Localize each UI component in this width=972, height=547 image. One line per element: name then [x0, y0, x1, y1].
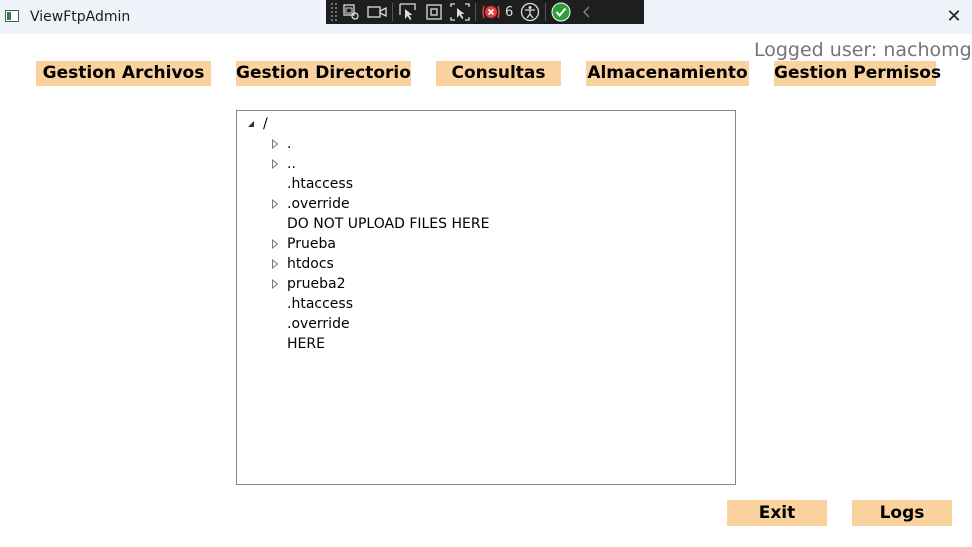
binding-failure-count: 6: [505, 4, 514, 20]
tree-item-label: prueba2: [287, 276, 346, 292]
error-badge-icon[interactable]: [478, 1, 504, 23]
tree-item-label: .: [287, 136, 292, 152]
tree-item-label: htdocs: [287, 256, 334, 272]
collapsed-arrow-icon[interactable]: [269, 154, 281, 174]
tree-item-label: .htaccess: [287, 176, 353, 192]
almacenamiento-button[interactable]: Almacenamiento: [586, 61, 749, 86]
track-focus-icon[interactable]: [395, 1, 421, 23]
debug-toolbar: 6: [326, 0, 644, 24]
directory-tree[interactable]: / ... .htaccess .override DO NOT UPLOAD FIL…: [236, 110, 736, 485]
collapse-chevron-icon[interactable]: [574, 1, 600, 23]
check-icon[interactable]: [548, 1, 574, 23]
consultas-button[interactable]: Consultas: [436, 61, 561, 86]
expanded-arrow-icon[interactable]: [245, 114, 257, 134]
display-layout-adorners-icon[interactable]: [364, 1, 390, 23]
collapsed-arrow-icon[interactable]: [269, 134, 281, 154]
app-window-icon: [5, 10, 19, 22]
logs-button[interactable]: Logs: [852, 500, 952, 526]
show-bindings-icon[interactable]: [421, 1, 447, 23]
tree-item-label: .override: [287, 316, 350, 332]
binding-failures-icon[interactable]: [447, 1, 473, 23]
accessibility-checker-icon[interactable]: [517, 1, 543, 23]
select-element-icon[interactable]: [338, 1, 364, 23]
tree-item-label: Prueba: [287, 236, 336, 252]
gestion-archivos-button[interactable]: Gestion Archivos: [36, 61, 211, 86]
tree-item-label: DO NOT UPLOAD FILES HERE: [287, 216, 490, 232]
gestion-directorio-button[interactable]: Gestion Directorio: [236, 61, 411, 86]
tree-item-label: .htaccess: [287, 296, 353, 312]
logged-user-label: Logged user: nachomgp: [754, 39, 972, 61]
toolbar-separator: [475, 3, 476, 21]
tree-item-label: .override: [287, 196, 350, 212]
close-button[interactable]: ✕: [940, 4, 968, 30]
collapsed-arrow-icon[interactable]: [269, 254, 281, 274]
toolbar-separator: [392, 3, 393, 21]
tree-item-label: HERE: [287, 336, 325, 352]
collapsed-arrow-icon[interactable]: [269, 274, 281, 294]
exit-button[interactable]: Exit: [727, 500, 827, 526]
toolbar-separator: [545, 3, 547, 21]
gestion-permisos-button[interactable]: Gestion Permisos: [774, 61, 941, 86]
tree-root-label: /: [263, 116, 268, 132]
collapsed-arrow-icon[interactable]: [269, 234, 281, 254]
tree-item-label: ..: [287, 156, 296, 172]
toolbar-grip[interactable]: [330, 2, 338, 22]
collapsed-arrow-icon[interactable]: [269, 194, 281, 214]
window-title: ViewFtpAdmin: [30, 9, 131, 25]
